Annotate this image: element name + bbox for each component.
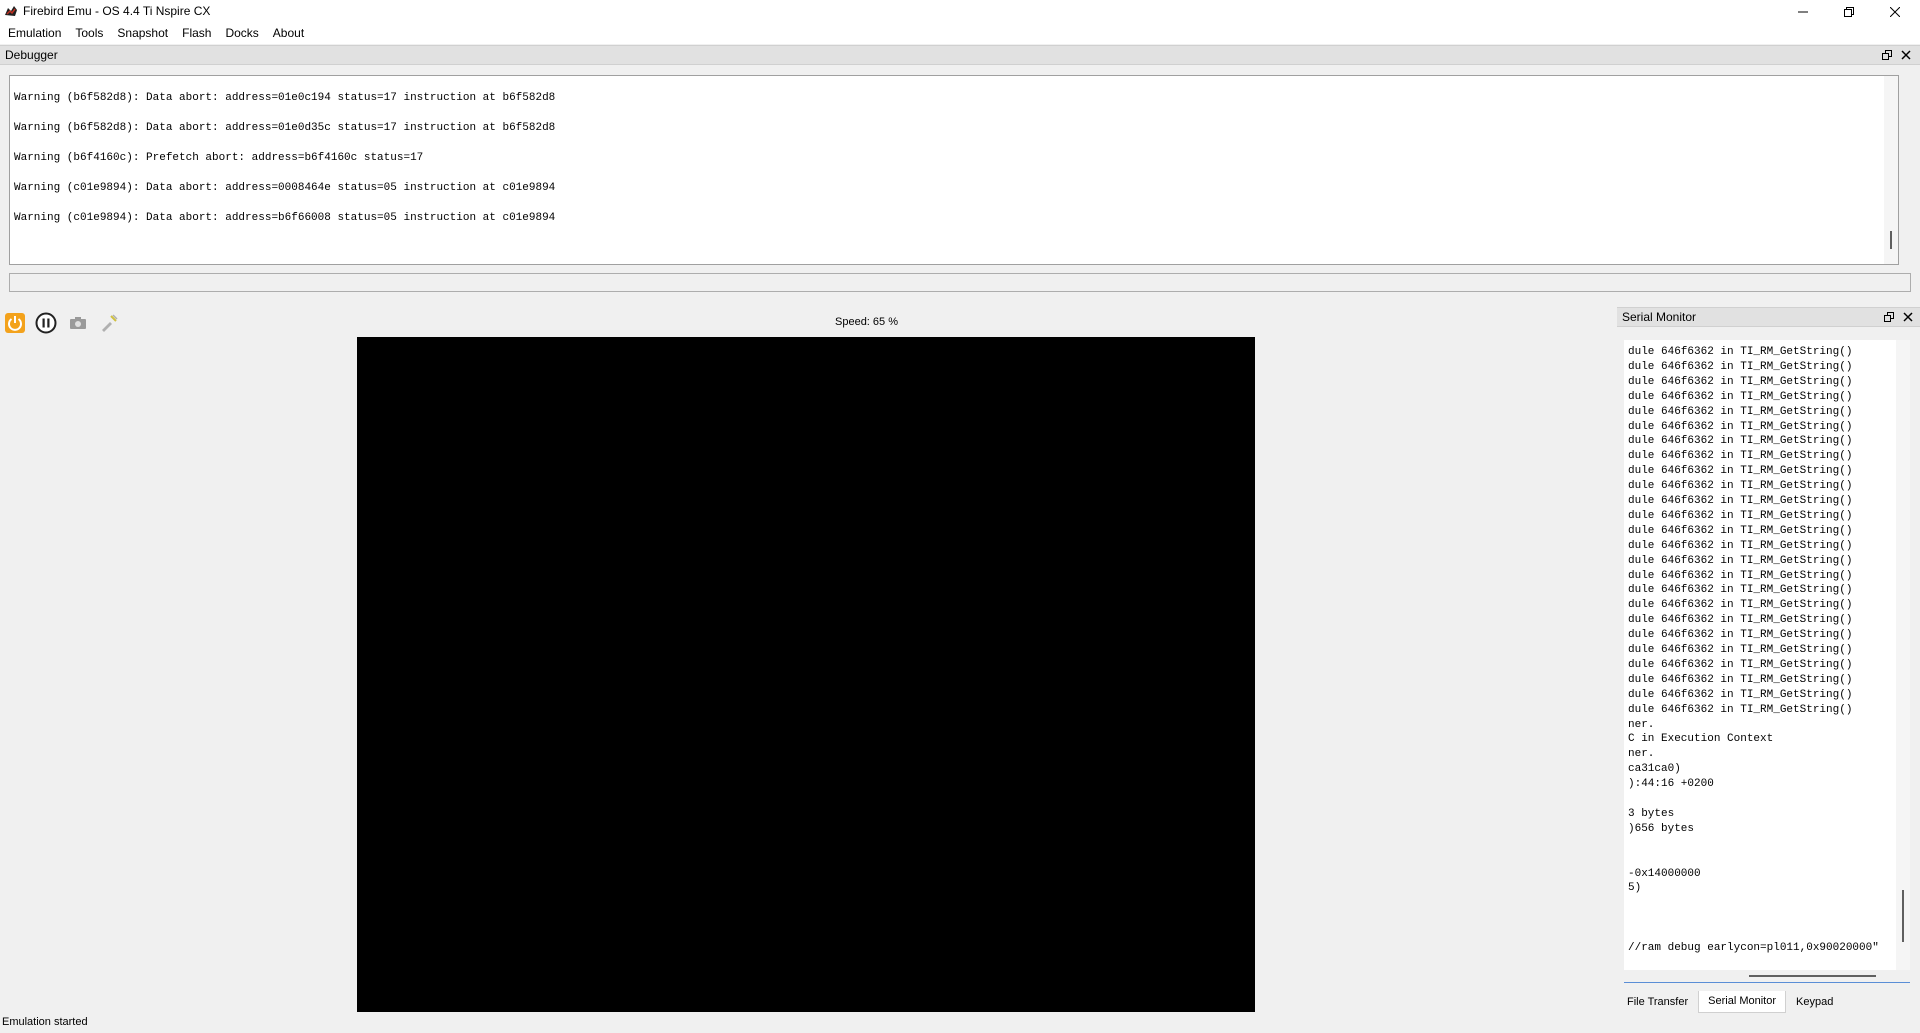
menu-about[interactable]: About <box>266 23 311 44</box>
close-icon <box>1890 6 1900 17</box>
screenshot-icon[interactable] <box>67 312 89 334</box>
serial-line: )656 bytes <box>1628 822 1695 835</box>
serial-line: -0x14000000 <box>1628 867 1701 880</box>
scrollbar-thumb[interactable] <box>1902 890 1904 942</box>
restore-icon <box>1844 6 1854 17</box>
status-text: Emulation started <box>2 1016 88 1028</box>
emulator-screen[interactable] <box>357 337 1255 1012</box>
debugger-log[interactable]: Warning (b6f582d8): Data abort: address=… <box>9 75 1899 265</box>
minimize-button[interactable] <box>1780 0 1826 23</box>
serial-line: dule 646f6362 in TI_RM_GetString() <box>1628 375 1853 388</box>
log-line: Warning (b6f4160c): Prefetch abort: addr… <box>14 152 424 164</box>
serial-line: dule 646f6362 in TI_RM_GetString() <box>1628 569 1853 582</box>
tab-serial-monitor[interactable]: Serial Monitor <box>1698 991 1786 1013</box>
speed-label: Speed: 65 % <box>835 316 898 328</box>
pause-icon[interactable] <box>35 312 57 334</box>
serial-line: dule 646f6362 in TI_RM_GetString() <box>1628 554 1853 567</box>
serial-line: dule 646f6362 in TI_RM_GetString() <box>1628 405 1853 418</box>
log-line: Warning (b6f582d8): Data abort: address=… <box>14 122 556 134</box>
serial-line: dule 646f6362 in TI_RM_GetString() <box>1628 360 1853 373</box>
serial-line: dule 646f6362 in TI_RM_GetString() <box>1628 673 1853 686</box>
menu-emulation[interactable]: Emulation <box>1 23 68 44</box>
tab-keypad[interactable]: Keypad <box>1786 991 1843 1013</box>
float-dock-icon[interactable] <box>1883 311 1895 323</box>
close-dock-icon[interactable] <box>1900 49 1912 61</box>
close-dock-icon[interactable] <box>1902 311 1914 323</box>
serial-line: dule 646f6362 in TI_RM_GetString() <box>1628 450 1853 463</box>
serial-line: C in Execution Context <box>1628 733 1774 746</box>
record-icon[interactable] <box>98 312 120 334</box>
serial-line: dule 646f6362 in TI_RM_GetString() <box>1628 420 1853 433</box>
serial-line: dule 646f6362 in TI_RM_GetString() <box>1628 390 1853 403</box>
menu-bar: Emulation Tools Snapshot Flash Docks Abo… <box>0 23 1920 44</box>
serial-line: ner. <box>1628 718 1655 731</box>
window-title: Firebird Emu - OS 4.4 Ti Nspire CX <box>23 4 211 18</box>
serial-text: dule 646f6362 in TI_RM_GetString()dule 6… <box>1624 340 1894 980</box>
tab-file-transfer[interactable]: File Transfer <box>1617 991 1698 1013</box>
serial-line: dule 646f6362 in TI_RM_GetString() <box>1628 509 1853 522</box>
serial-line: ner. <box>1628 748 1655 761</box>
serial-focus-line <box>1624 982 1910 983</box>
title-bar: Firebird Emu - OS 4.4 Ti Nspire CX <box>0 0 1920 23</box>
serial-horizontal-scrollbar[interactable] <box>1624 970 1910 982</box>
serial-line: dule 646f6362 in TI_RM_GetString() <box>1628 524 1853 537</box>
menu-snapshot[interactable]: Snapshot <box>110 23 175 44</box>
serial-line: 3 bytes <box>1628 807 1675 820</box>
serial-line: ca31ca0) <box>1628 763 1681 776</box>
serial-line: 5) <box>1628 882 1642 895</box>
serial-line: dule 646f6362 in TI_RM_GetString() <box>1628 644 1853 656</box>
menu-flash[interactable]: Flash <box>175 23 218 44</box>
status-bar: Emulation started <box>0 1013 1920 1033</box>
log-line: Warning (b6f582d8): Data abort: address=… <box>14 92 556 104</box>
serial-line: dule 646f6362 in TI_RM_GetString() <box>1628 688 1853 701</box>
float-dock-icon[interactable] <box>1881 49 1893 61</box>
debugger-title: Debugger <box>5 48 58 62</box>
serial-line: dule 646f6362 in TI_RM_GetString() <box>1628 703 1853 716</box>
debugger-command-input[interactable] <box>9 273 1911 292</box>
serial-line: dule 646f6362 in TI_RM_GetString() <box>1628 435 1853 448</box>
serial-line: dule 646f6362 in TI_RM_GetString() <box>1628 539 1853 552</box>
serial-line: ):44:16 +0200 <box>1628 778 1714 791</box>
serial-line: dule 646f6362 in TI_RM_GetString() <box>1628 629 1853 642</box>
scrollbar-thumb[interactable] <box>1890 231 1892 249</box>
serial-line: //ram debug earlycon=pl011,0x90020000" <box>1628 942 1879 954</box>
serial-line: dule 646f6362 in TI_RM_GetString() <box>1628 599 1853 612</box>
serial-line: dule 646f6362 in TI_RM_GetString() <box>1628 480 1853 493</box>
power-icon[interactable] <box>4 312 26 334</box>
serial-vertical-scrollbar[interactable] <box>1896 340 1910 980</box>
close-window-button[interactable] <box>1872 0 1918 23</box>
minimize-icon <box>1798 11 1808 12</box>
serial-line: dule 646f6362 in TI_RM_GetString() <box>1628 465 1853 478</box>
restore-button[interactable] <box>1826 0 1872 23</box>
menu-tools[interactable]: Tools <box>68 23 110 44</box>
firebird-app-icon <box>5 6 17 16</box>
debugger-dock-header: Debugger <box>0 45 1920 65</box>
debugger-scrollbar[interactable] <box>1884 76 1898 264</box>
log-line: Warning (c01e9894): Data abort: address=… <box>14 212 556 224</box>
menu-docks[interactable]: Docks <box>218 23 265 44</box>
dock-tabs: File Transfer Serial Monitor Keypad <box>1617 991 1920 1013</box>
serial-monitor-dock-header: Serial Monitor <box>1617 307 1920 327</box>
scrollbar-thumb[interactable] <box>1749 975 1876 977</box>
serial-line: dule 646f6362 in TI_RM_GetString() <box>1628 658 1853 671</box>
serial-line: dule 646f6362 in TI_RM_GetString() <box>1628 584 1853 597</box>
serial-line: dule 646f6362 in TI_RM_GetString() <box>1628 495 1853 507</box>
serial-monitor-output[interactable]: dule 646f6362 in TI_RM_GetString()dule 6… <box>1624 340 1910 980</box>
serial-line: dule 646f6362 in TI_RM_GetString() <box>1628 614 1853 627</box>
log-line: Warning (c01e9894): Data abort: address=… <box>14 182 556 194</box>
serial-monitor-title: Serial Monitor <box>1622 310 1697 324</box>
serial-line: dule 646f6362 in TI_RM_GetString() <box>1628 346 1853 358</box>
